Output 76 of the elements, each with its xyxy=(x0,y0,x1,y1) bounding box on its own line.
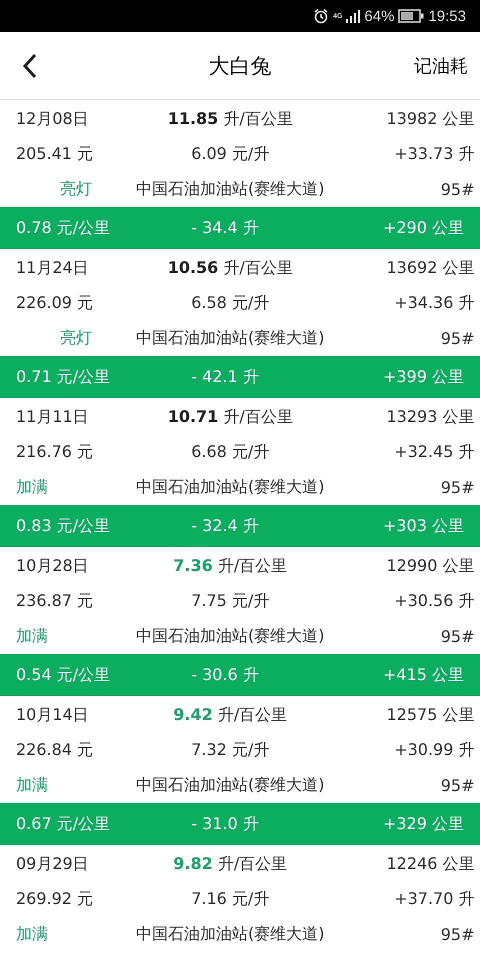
fuel-used: - 34.4 升 xyxy=(191,218,259,238)
gas-station-name: 中国石油加油站(赛维大道) xyxy=(136,924,324,945)
fuel-consumption: 10.56 升/百公里 xyxy=(168,258,293,279)
cost-per-km: 0.78 元/公里 xyxy=(16,218,112,238)
clock-time: 19:53 xyxy=(428,8,466,24)
battery-percent: 64% xyxy=(364,8,394,24)
cost-per-km: 0.54 元/公里 xyxy=(16,664,112,686)
gas-station-name: 中国石油加油站(赛维大道) xyxy=(136,179,324,200)
refuel-date: 12月08日 xyxy=(16,109,90,130)
refuel-date: 09月29日 xyxy=(16,854,90,875)
fill-type-label: 加满 xyxy=(16,775,49,796)
fuel-used: - 32.4 升 xyxy=(191,516,259,536)
refuel-date: 10月28日 xyxy=(16,556,90,577)
fuel-consumption: 11.85 升/百公里 xyxy=(168,109,293,130)
fill-type-label: 亮灯 xyxy=(60,328,93,349)
fuel-added: +37.70 升 xyxy=(394,889,474,910)
fuel-used: - 42.1 升 xyxy=(191,366,259,388)
fill-type-label: 加满 xyxy=(16,924,49,945)
fuel-added: +32.45 升 xyxy=(394,442,474,463)
odometer-reading: 13293 公里 xyxy=(386,407,474,428)
gas-station-name: 中国石油加油站(赛维大道) xyxy=(136,477,324,498)
fuel-consumption: 10.71 升/百公里 xyxy=(168,407,293,428)
page-title: 大白兔 xyxy=(208,52,272,80)
odometer-reading: 12990 公里 xyxy=(386,556,474,577)
distance-driven: +399 公里 xyxy=(382,366,464,388)
fuel-added: +30.99 升 xyxy=(394,740,474,761)
refuel-date: 11月24日 xyxy=(16,258,90,279)
signal-icon xyxy=(346,9,360,23)
distance-driven: +329 公里 xyxy=(382,814,464,834)
fuel-added: +34.36 升 xyxy=(394,293,474,314)
fuel-cost: 226.84 元 xyxy=(16,740,94,761)
distance-driven: +303 公里 xyxy=(382,516,464,536)
fuel-cost: 216.76 元 xyxy=(16,442,94,463)
fuel-cost: 236.87 元 xyxy=(16,591,94,612)
fuel-grade: 95# xyxy=(440,925,474,944)
fill-type-label: 亮灯 xyxy=(60,179,93,200)
distance-driven: +290 公里 xyxy=(382,218,464,238)
record-button[interactable]: 记油耗 xyxy=(414,54,468,78)
alarm-icon xyxy=(313,8,330,24)
refuel-date: 11月11日 xyxy=(16,407,90,428)
fuel-consumption: 9.82 升/百公里 xyxy=(173,854,288,875)
fuel-used: - 31.0 升 xyxy=(191,814,259,834)
fuel-used: - 30.6 升 xyxy=(191,664,259,686)
fuel-consumption: 9.42 升/百公里 xyxy=(173,705,288,726)
fill-type-label: 加满 xyxy=(16,626,49,647)
fuel-grade: 95# xyxy=(440,478,474,497)
fuel-grade: 95# xyxy=(440,180,474,199)
refuel-date: 10月14日 xyxy=(16,705,90,726)
fuel-grade: 95# xyxy=(440,776,474,795)
fuel-added: +30.56 升 xyxy=(394,591,474,612)
distance-driven: +415 公里 xyxy=(382,664,464,686)
gas-station-name: 中国石油加油站(赛维大道) xyxy=(136,626,324,647)
cost-per-km: 0.67 元/公里 xyxy=(16,814,112,834)
odometer-reading: 13692 公里 xyxy=(386,258,474,279)
cost-per-km: 0.83 元/公里 xyxy=(16,516,112,536)
fuel-price: 6.68 元/升 xyxy=(191,442,270,463)
fuel-grade: 95# xyxy=(440,329,474,348)
battery-icon xyxy=(398,9,424,23)
fill-type-label: 加满 xyxy=(16,477,49,498)
odometer-reading: 12575 公里 xyxy=(386,705,474,726)
fuel-price: 6.09 元/升 xyxy=(191,144,270,165)
fuel-price: 6.58 元/升 xyxy=(191,293,270,314)
fuel-cost: 269.92 元 xyxy=(16,889,94,910)
fuel-price: 7.32 元/升 xyxy=(191,740,270,761)
fuel-grade: 95# xyxy=(440,627,474,646)
fuel-price: 7.16 元/升 xyxy=(191,889,270,910)
odometer-reading: 13982 公里 xyxy=(386,109,474,130)
fuel-price: 7.75 元/升 xyxy=(191,591,270,612)
fuel-consumption: 7.36 升/百公里 xyxy=(173,556,288,577)
cost-per-km: 0.71 元/公里 xyxy=(16,366,112,388)
gas-station-name: 中国石油加油站(赛维大道) xyxy=(136,328,324,349)
fuel-cost: 205.41 元 xyxy=(16,144,94,165)
odometer-reading: 12246 公里 xyxy=(386,854,474,875)
fuel-added: +33.73 升 xyxy=(394,144,474,165)
gas-station-name: 中国石油加油站(赛维大道) xyxy=(136,775,324,796)
fuel-cost: 226.09 元 xyxy=(16,293,94,314)
